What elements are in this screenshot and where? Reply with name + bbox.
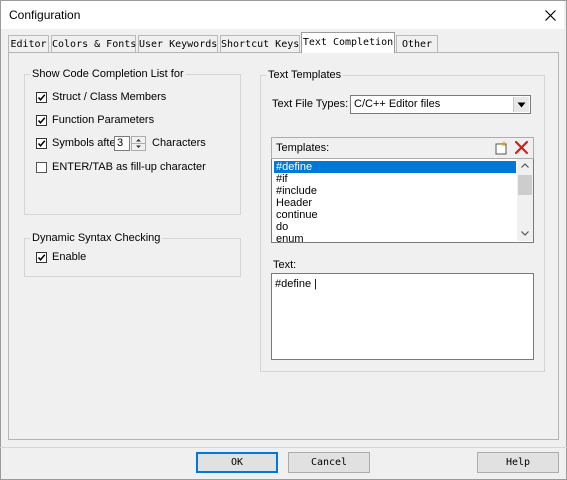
- scroll-down-icon[interactable]: [521, 231, 529, 236]
- close-icon: [544, 9, 556, 21]
- text-templates-group-label: Text Templates: [266, 69, 344, 81]
- delete-template-button[interactable]: [513, 140, 530, 156]
- tab-user-keywords[interactable]: User Keywords: [138, 35, 218, 52]
- close-button[interactable]: [537, 3, 563, 27]
- enable-checkbox[interactable]: [36, 252, 47, 263]
- struct-members-label: Struct / Class Members: [52, 91, 167, 103]
- dropdown-arrow-icon[interactable]: [513, 97, 529, 112]
- enter-tab-label: ENTER/TAB as fill-up character: [52, 161, 206, 173]
- template-text-editor[interactable]: #define |: [271, 273, 534, 360]
- symbols-count-spinner[interactable]: [131, 136, 146, 151]
- template-text-content: #define |: [275, 278, 318, 290]
- scrollbar-thumb[interactable]: [518, 175, 532, 195]
- enable-label: Enable: [52, 251, 87, 263]
- template-item[interactable]: do: [274, 221, 516, 233]
- symbols-count-field[interactable]: 3: [114, 136, 130, 151]
- template-item[interactable]: #define: [274, 161, 516, 173]
- checkmark-icon: [37, 140, 46, 147]
- tab-shortcut-keys[interactable]: Shortcut Keys: [220, 35, 300, 52]
- footer-divider: [0, 447, 567, 448]
- file-types-value: C/C++ Editor files: [354, 98, 441, 110]
- template-item[interactable]: continue: [274, 209, 516, 221]
- template-item[interactable]: #include: [274, 185, 516, 197]
- tab-editor[interactable]: Editor: [8, 35, 49, 52]
- syntax-checking-group-label: Dynamic Syntax Checking: [30, 232, 163, 244]
- tab-text-completion[interactable]: Text Completion: [301, 32, 395, 53]
- new-template-button[interactable]: [493, 140, 510, 156]
- templates-scrollbar[interactable]: [517, 159, 533, 241]
- tab-colors-fonts[interactable]: Colors & Fonts: [51, 35, 136, 52]
- file-types-select[interactable]: C/C++ Editor files: [350, 95, 531, 114]
- spin-arrows-icon: [132, 139, 145, 148]
- cancel-button[interactable]: Cancel: [288, 452, 370, 473]
- delete-icon: [514, 140, 529, 155]
- symbols-after-checkbox[interactable]: [36, 138, 47, 149]
- function-params-checkbox[interactable]: [36, 115, 47, 126]
- checkmark-icon: [37, 254, 46, 261]
- templates-list[interactable]: #define #if #include Header continue do …: [271, 159, 534, 243]
- enter-tab-checkbox[interactable]: [36, 162, 47, 173]
- tab-other[interactable]: Other: [396, 35, 438, 52]
- characters-label: Characters: [152, 137, 206, 149]
- text-label: Text:: [273, 259, 297, 271]
- scroll-up-icon[interactable]: [521, 163, 529, 168]
- title-bar: Configuration: [1, 1, 564, 29]
- new-document-icon: [495, 141, 507, 155]
- code-completion-group-label: Show Code Completion List for: [30, 68, 186, 80]
- template-item[interactable]: Header: [274, 197, 516, 209]
- template-item[interactable]: enum: [274, 233, 516, 242]
- function-params-label: Function Parameters: [52, 114, 155, 126]
- file-types-label: Text File Types:: [272, 98, 349, 110]
- window-title: Configuration: [9, 8, 81, 22]
- struct-members-checkbox[interactable]: [36, 92, 47, 103]
- ok-button[interactable]: OK: [196, 452, 278, 473]
- checkmark-icon: [37, 117, 46, 124]
- symbols-after-label: Symbols after: [52, 137, 120, 149]
- templates-label: Templates:: [276, 142, 330, 154]
- templates-header: Templates:: [271, 137, 534, 159]
- template-item[interactable]: #if: [274, 173, 516, 185]
- checkmark-icon: [37, 94, 46, 101]
- help-button[interactable]: Help: [477, 452, 559, 473]
